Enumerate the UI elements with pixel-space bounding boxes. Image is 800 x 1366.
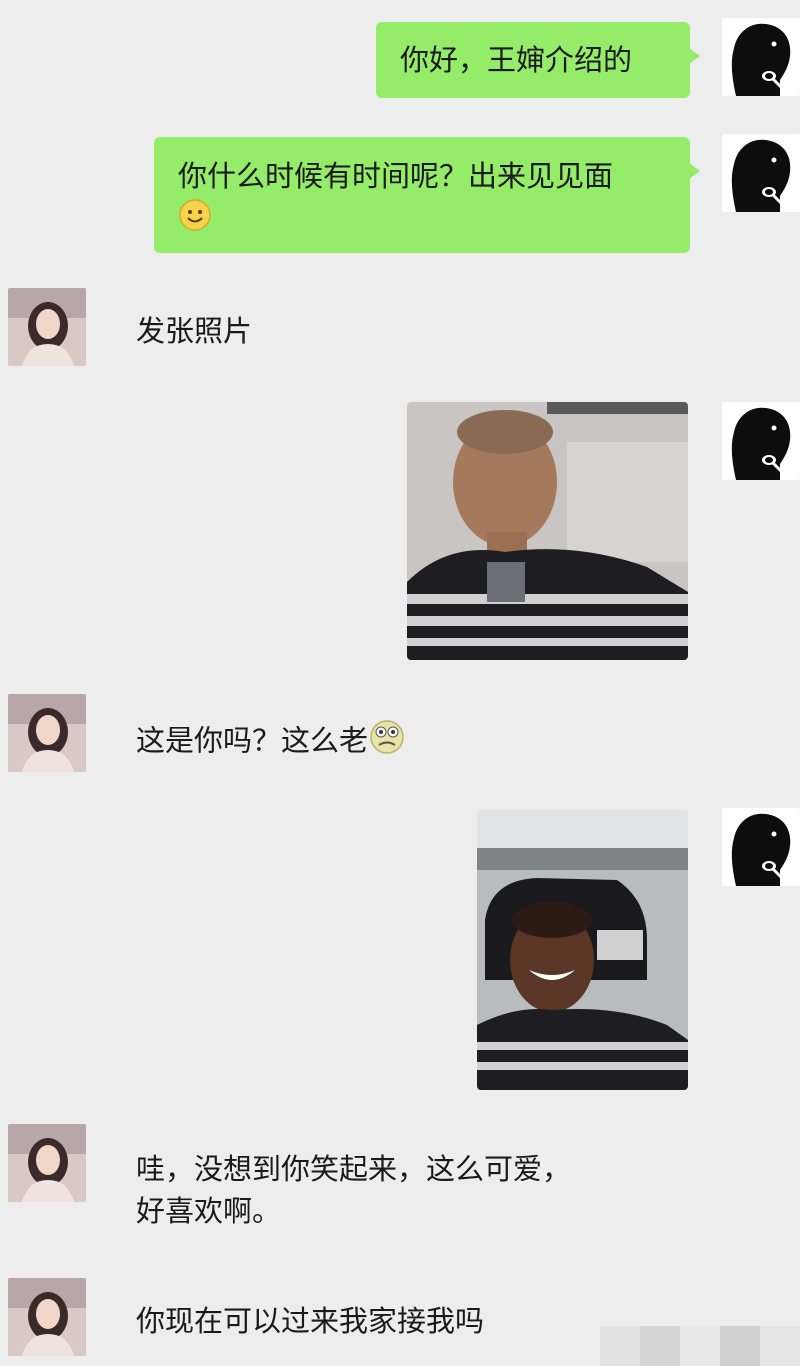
received-message-text[interactable]: 哇，没想到你笑起来，这么可爱， 好喜欢啊。	[136, 1148, 571, 1232]
mosaic-watermark	[600, 1326, 800, 1366]
received-message-text[interactable]: 这是你吗？这么老	[136, 718, 406, 767]
woman-portrait-avatar-icon	[8, 694, 86, 772]
woman-portrait-avatar-icon	[8, 288, 86, 366]
contact-avatar[interactable]	[8, 1124, 86, 1202]
sent-message-bubble[interactable]: 你好，王婶介绍的	[376, 22, 700, 98]
selfie-photo[interactable]	[407, 402, 688, 660]
shocked-emoji-icon	[368, 718, 406, 767]
message-text: 这是你吗？这么老	[136, 723, 369, 758]
woman-portrait-avatar-icon	[8, 1278, 86, 1356]
message-line: 哇，没想到你笑起来，这么可爱，	[136, 1152, 572, 1186]
contact-avatar[interactable]	[8, 288, 86, 366]
woman-portrait-avatar-icon	[8, 1124, 86, 1202]
message-text: 你什么时候有时间呢？出来见见面	[178, 159, 614, 193]
my-avatar[interactable]	[722, 18, 800, 96]
contact-avatar[interactable]	[8, 694, 86, 772]
smile-emoji-icon	[178, 198, 212, 243]
silhouette-avatar-icon	[722, 402, 800, 480]
my-avatar[interactable]	[722, 134, 800, 212]
my-avatar[interactable]	[722, 808, 800, 886]
my-avatar[interactable]	[722, 402, 800, 480]
received-message-text[interactable]: 发张照片	[136, 310, 252, 352]
sent-message-bubble[interactable]: 你什么时候有时间呢？出来见见面	[154, 137, 700, 253]
selfie-with-car-image	[477, 810, 688, 1090]
received-message-text[interactable]: 你现在可以过来我家接我吗	[136, 1300, 484, 1342]
selfie-image	[407, 402, 688, 660]
silhouette-avatar-icon	[722, 808, 800, 886]
silhouette-avatar-icon	[722, 18, 800, 96]
contact-avatar[interactable]	[8, 1278, 86, 1356]
smiling-selfie-with-car-photo[interactable]	[477, 810, 688, 1090]
message-text: 你好，王婶介绍的	[400, 43, 633, 77]
silhouette-avatar-icon	[722, 134, 800, 212]
message-line: 好喜欢啊。	[136, 1194, 282, 1228]
